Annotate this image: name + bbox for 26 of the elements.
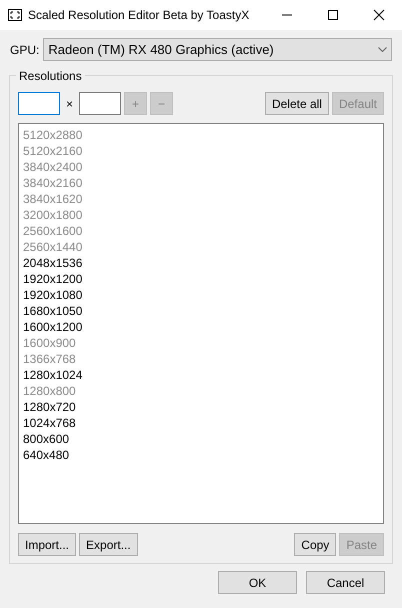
list-item[interactable]: 640x480 — [23, 447, 70, 463]
list-item[interactable]: 1280x1024 — [23, 367, 82, 383]
height-field[interactable] — [79, 92, 122, 115]
copy-button[interactable]: Copy — [294, 533, 336, 556]
chevron-icon — [378, 47, 387, 52]
list-item[interactable]: 1920x1080 — [23, 287, 82, 303]
window-title: Scaled Resolution Editor Beta by ToastyX — [28, 7, 250, 24]
list-item[interactable]: 1680x1050 — [23, 303, 82, 319]
app-icon — [8, 9, 22, 21]
width-field[interactable] — [18, 92, 60, 115]
ok-button[interactable]: OK — [218, 571, 297, 594]
export-button[interactable]: Export... — [79, 533, 138, 556]
import-button[interactable]: Import... — [18, 533, 76, 556]
list-item[interactable]: 1920x1200 — [23, 271, 82, 287]
gpu-label: GPU: — [10, 42, 40, 58]
list-item[interactable]: 1024x768 — [23, 415, 76, 431]
list-item[interactable]: 1280x720 — [23, 399, 76, 415]
list-item[interactable]: 800x600 — [23, 431, 70, 447]
maximize-icon[interactable] — [327, 9, 339, 21]
list-item[interactable]: 2048x1536 — [23, 255, 82, 271]
list-item[interactable]: 1600x1200 — [23, 319, 82, 335]
times-label: × — [66, 96, 74, 112]
gpu-dropdown[interactable]: Radeon (TM) RX 480 Graphics (active) — [43, 38, 392, 61]
cancel-button[interactable]: Cancel — [306, 571, 385, 594]
close-icon[interactable] — [373, 9, 385, 21]
delete-all-button[interactable]: Delete all — [264, 92, 329, 115]
